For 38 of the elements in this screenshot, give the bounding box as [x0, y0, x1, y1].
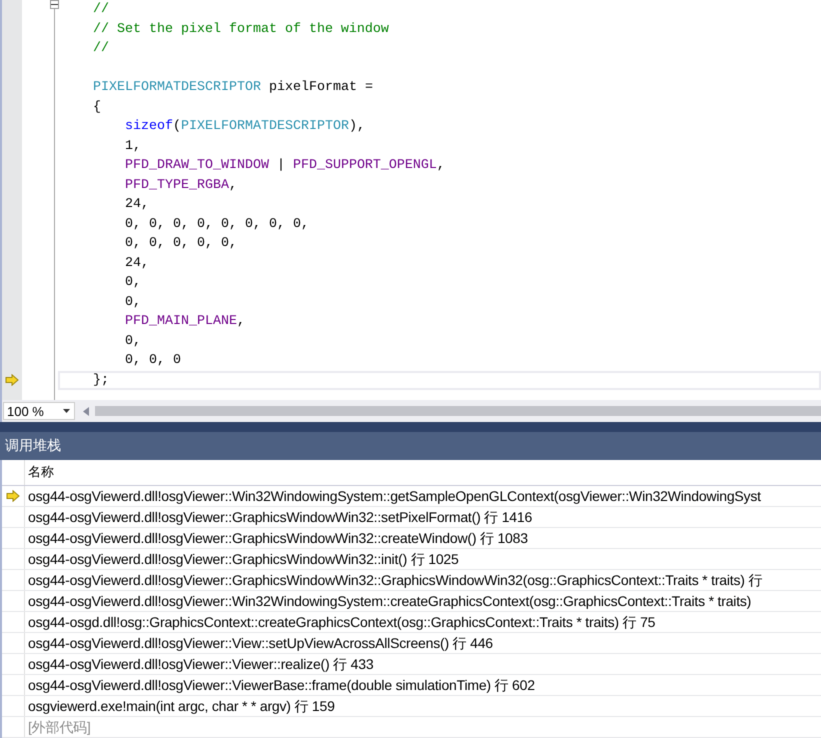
code-line: PFD_MAIN_PLANE,: [124, 314, 245, 329]
code-line: 1,: [124, 138, 141, 154]
scroll-left-icon[interactable]: [83, 406, 89, 416]
code-line: //: [92, 2, 109, 17]
code-line: 24,: [124, 197, 149, 212]
code-line: {: [92, 100, 101, 114]
code-line: 0, 0, 0, 0, 0,: [124, 236, 237, 251]
stack-frame[interactable]: osg44-osgViewerd.dll!osgViewer::GraphicsWindowWin32::GraphicsWindowWin32(osg::GraphicsContext::Traits * traits) 行: [25, 570, 762, 590]
code-line: 0,: [124, 275, 141, 290]
code-line: //: [92, 41, 109, 56]
horizontal-scrollbar[interactable]: [95, 406, 821, 416]
code-line: 24,: [124, 256, 149, 270]
code-line: PFD_TYPE_RGBA,: [124, 178, 237, 192]
code-line: 0, 0, 0: [124, 353, 181, 368]
code-line: };: [92, 372, 109, 388]
code-line: // Set the pixel format of the window: [92, 22, 389, 36]
stack-frame[interactable]: osg44-osgViewerd.dll!osgViewer::ViewerBase::frame(double simulationTime) 行 602: [25, 675, 535, 695]
stack-frame[interactable]: osg44-osgViewerd.dll!osgViewer::View::setUpViewAcrossAllScreens() 行 446: [25, 633, 493, 653]
code-line: 0,: [124, 334, 141, 348]
stack-frame[interactable]: osg44-osgViewerd.dll!osgViewer::GraphicsWindowWin32::createWindow() 行 1083: [25, 528, 528, 548]
arrow-icon: [5, 374, 19, 386]
collapse-icon[interactable]: [50, 0, 59, 9]
caret-icon: [63, 409, 70, 413]
stack-frame[interactable]: osg44-osgViewerd.dll!osgViewer::Viewer::realize() 行 433: [25, 654, 374, 674]
stack-frame[interactable]: osg44-osgViewerd.dll!osgViewer::Win32WindowingSystem::getSampleOpenGLContext(osgViewer::Win32WindowingSyst: [25, 486, 761, 506]
stack-frame[interactable]: osg44-osgd.dll!osg::GraphicsContext::createGraphicsContext(osg::GraphicsContext::Traits * traits) 行 75: [25, 612, 656, 632]
column-header[interactable]: 名称: [25, 460, 54, 485]
zoom-dropdown[interactable]: 100 %: [3, 402, 75, 420]
code-line: PFD_DRAW_TO_WINDOW | PFD_SUPPORT_OPENGL,: [124, 158, 445, 173]
code-line: PIXELFORMATDESCRIPTOR pixelFormat =: [92, 80, 373, 95]
panel-title: 调用堆栈: [0, 432, 821, 460]
stack-frame[interactable]: osg44-osgViewerd.dll!osgViewer::GraphicsWindowWin32::setPixelFormat() 行 1416: [25, 507, 532, 527]
stack-frame[interactable]: osg44-osgViewerd.dll!osgViewer::Win32WindowingSystem::createGraphicsContext(osg::GraphicsContext::Traits * traits): [25, 591, 752, 611]
stack-frame[interactable]: osgviewerd.exe!main(int argc, char * * argv) 行 159: [25, 696, 335, 716]
stack-frame[interactable]: osg44-osgViewerd.dll!osgViewer::GraphicsWindowWin32::init() 行 1025: [25, 549, 459, 569]
code-line: sizeof(PIXELFORMATDESCRIPTOR),: [124, 119, 365, 134]
code-line: 0, 0, 0, 0, 0, 0, 0, 0,: [124, 216, 309, 232]
code-line: 0,: [124, 294, 141, 310]
